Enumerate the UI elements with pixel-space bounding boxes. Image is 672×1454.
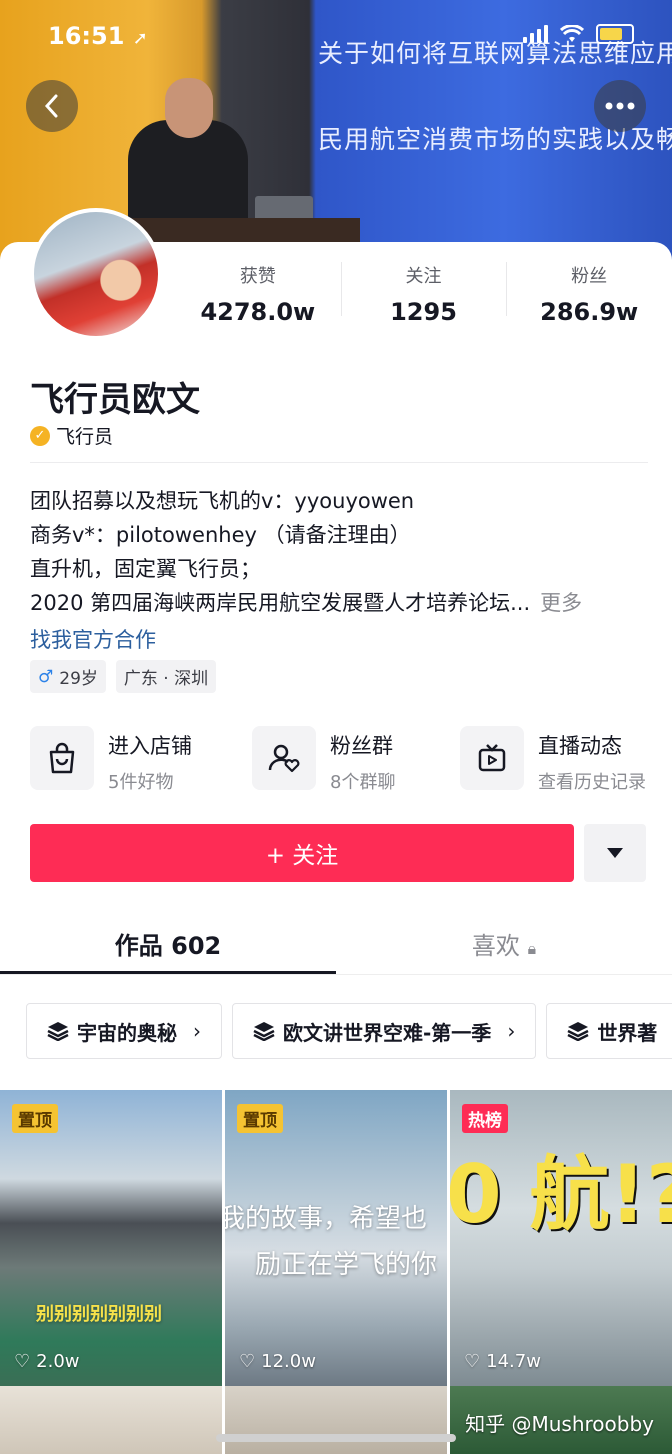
video-likes: ♡ 2.0w: [14, 1351, 80, 1372]
location-text: 广东 · 深圳: [123, 669, 209, 689]
stats-row: 获赞 4278.0w 关注 1295 粉丝 286.9w: [175, 262, 672, 326]
avatar[interactable]: [30, 208, 162, 340]
wifi-icon: [560, 25, 584, 42]
tab-works[interactable]: 作品 602: [0, 926, 336, 974]
entry-sub: 8个群聊: [330, 772, 396, 793]
stat-value: 4278.0w: [200, 298, 316, 326]
collection-chip[interactable]: 欧文讲世界空难-第一季 ›: [232, 1003, 537, 1059]
bio-line: 商务v*：pilotowenhey （请备注理由）: [30, 523, 411, 547]
verification: ✓ 飞行员: [30, 422, 113, 449]
video-likes: ♡ 12.0w: [239, 1351, 316, 1372]
tv-icon: [460, 726, 524, 790]
likes-count: 12.0w: [261, 1351, 316, 1372]
heart-icon: ♡: [464, 1351, 481, 1372]
location-arrow-icon: ➚: [132, 28, 148, 49]
fan-group-icon: [252, 726, 316, 790]
collection-title: 宇宙的奥秘: [77, 1020, 177, 1045]
bio-more-link[interactable]: 更多: [540, 591, 582, 615]
divider: [30, 462, 648, 463]
stat-label: 粉丝: [571, 266, 608, 287]
recommend-dropdown-button[interactable]: [584, 824, 646, 882]
speaker-head: [165, 78, 213, 138]
video-card[interactable]: 0 航!? 热榜 ♡ 14.7w: [450, 1090, 672, 1386]
lock-icon: 🔒︎: [527, 939, 537, 958]
video-caption: 0 航!?: [450, 1148, 672, 1241]
likes-count: 2.0w: [36, 1351, 80, 1372]
profile-name: 飞行员欧文: [30, 380, 200, 420]
stat-label: 获赞: [239, 266, 276, 287]
profile-tags: ♂ 29岁 广东 · 深圳: [30, 660, 217, 693]
bio-line: 直升机，固定翼飞行员；: [30, 557, 261, 581]
video-card[interactable]: 别别别别别别别 置顶 ♡ 2.0w: [0, 1090, 222, 1386]
verified-label: 飞行员: [56, 426, 114, 448]
trending-badge: 热榜: [462, 1104, 508, 1133]
tab-likes-label: 喜欢: [471, 932, 520, 960]
layers-icon: [253, 1022, 275, 1041]
verified-check-icon: ✓: [30, 425, 50, 446]
signal-icon: [523, 25, 548, 43]
tab-works-label: 作品 602: [114, 932, 222, 960]
entry-title: 直播动态: [538, 734, 622, 758]
entry-title: 进入店铺: [108, 734, 192, 758]
age-text: 29岁: [59, 669, 98, 689]
bio-line: 2020 第四届海峡两岸民用航空发展暨人才培养论坛...: [30, 591, 531, 615]
location-tag: 广东 · 深圳: [115, 660, 217, 693]
home-indicator: [216, 1434, 456, 1442]
content-tabs: 作品 602 喜欢 🔒︎: [0, 912, 672, 975]
chevron-right-icon: ›: [507, 1019, 516, 1043]
more-options-button[interactable]: [594, 80, 646, 132]
video-card[interactable]: [225, 1386, 447, 1454]
entry-shop[interactable]: 进入店铺 5件好物: [30, 726, 192, 794]
watermark: 知乎 @Mushroobby: [465, 1412, 654, 1436]
entry-fan-group[interactable]: 粉丝群 8个群聊: [252, 726, 395, 794]
video-caption: 励正在学飞的你: [255, 1250, 438, 1280]
stat-label: 关注: [405, 266, 442, 287]
male-icon: ♂: [38, 666, 54, 687]
tab-likes[interactable]: 喜欢 🔒︎: [336, 926, 672, 961]
video-card[interactable]: [0, 1386, 222, 1454]
bio-line-last: 2020 第四届海峡两岸民用航空发展暨人才培养论坛... 更多: [30, 586, 650, 620]
stat-following[interactable]: 关注 1295: [340, 262, 507, 326]
battery-icon: [596, 24, 634, 44]
likes-count: 14.7w: [486, 1351, 541, 1372]
stat-likes[interactable]: 获赞 4278.0w: [175, 262, 341, 326]
stat-value: 1295: [390, 298, 457, 326]
collection-chip[interactable]: 宇宙的奥秘 ›: [26, 1003, 222, 1059]
chevron-left-icon: [44, 94, 58, 118]
age-tag: ♂ 29岁: [30, 660, 106, 693]
collection-chip[interactable]: 世界著: [546, 1003, 672, 1059]
stat-followers[interactable]: 粉丝 286.9w: [506, 262, 672, 326]
layers-icon: [47, 1022, 69, 1041]
collections-row: 宇宙的奥秘 › 欧文讲世界空难-第一季 › 世界著: [26, 1003, 672, 1059]
pinned-badge: 置顶: [12, 1104, 58, 1133]
collab-link[interactable]: 找我官方合作: [30, 624, 156, 654]
heart-icon: ♡: [239, 1351, 256, 1372]
entry-live[interactable]: 直播动态查看历史记录: [460, 726, 646, 794]
status-icons: [523, 24, 634, 44]
chevron-right-icon: ›: [193, 1019, 201, 1043]
entry-sub: 5件好物: [108, 772, 174, 793]
collection-title: 欧文讲世界空难-第一季: [283, 1020, 492, 1045]
status-time: 16:51 ➚: [48, 22, 148, 50]
follow-button[interactable]: + 关注: [30, 824, 574, 882]
video-caption: 我的故事，希望也: [225, 1204, 428, 1234]
entry-sub: 查看历史记录: [538, 772, 646, 793]
bio-line: 团队招募以及想玩飞机的v：yyouyowen: [30, 489, 415, 513]
back-button[interactable]: [26, 80, 78, 132]
bio[interactable]: 团队招募以及想玩飞机的v：yyouyowen 商务v*：pilotowenhey…: [30, 484, 650, 620]
layers-icon: [567, 1022, 589, 1041]
pinned-badge: 置顶: [237, 1104, 283, 1133]
caret-down-icon: [607, 848, 623, 858]
video-likes: ♡ 14.7w: [464, 1351, 541, 1372]
stat-value: 286.9w: [540, 298, 639, 326]
heart-icon: ♡: [14, 1351, 31, 1372]
video-caption: 别别别别别别别: [36, 1304, 162, 1325]
more-dots-icon: [605, 102, 635, 110]
entry-title: 粉丝群: [330, 734, 393, 758]
collection-title: 世界著: [597, 1020, 658, 1045]
shopping-bag-icon: [30, 726, 94, 790]
video-card[interactable]: 我的故事，希望也 励正在学飞的你 置顶 ♡ 12.0w: [225, 1090, 447, 1386]
